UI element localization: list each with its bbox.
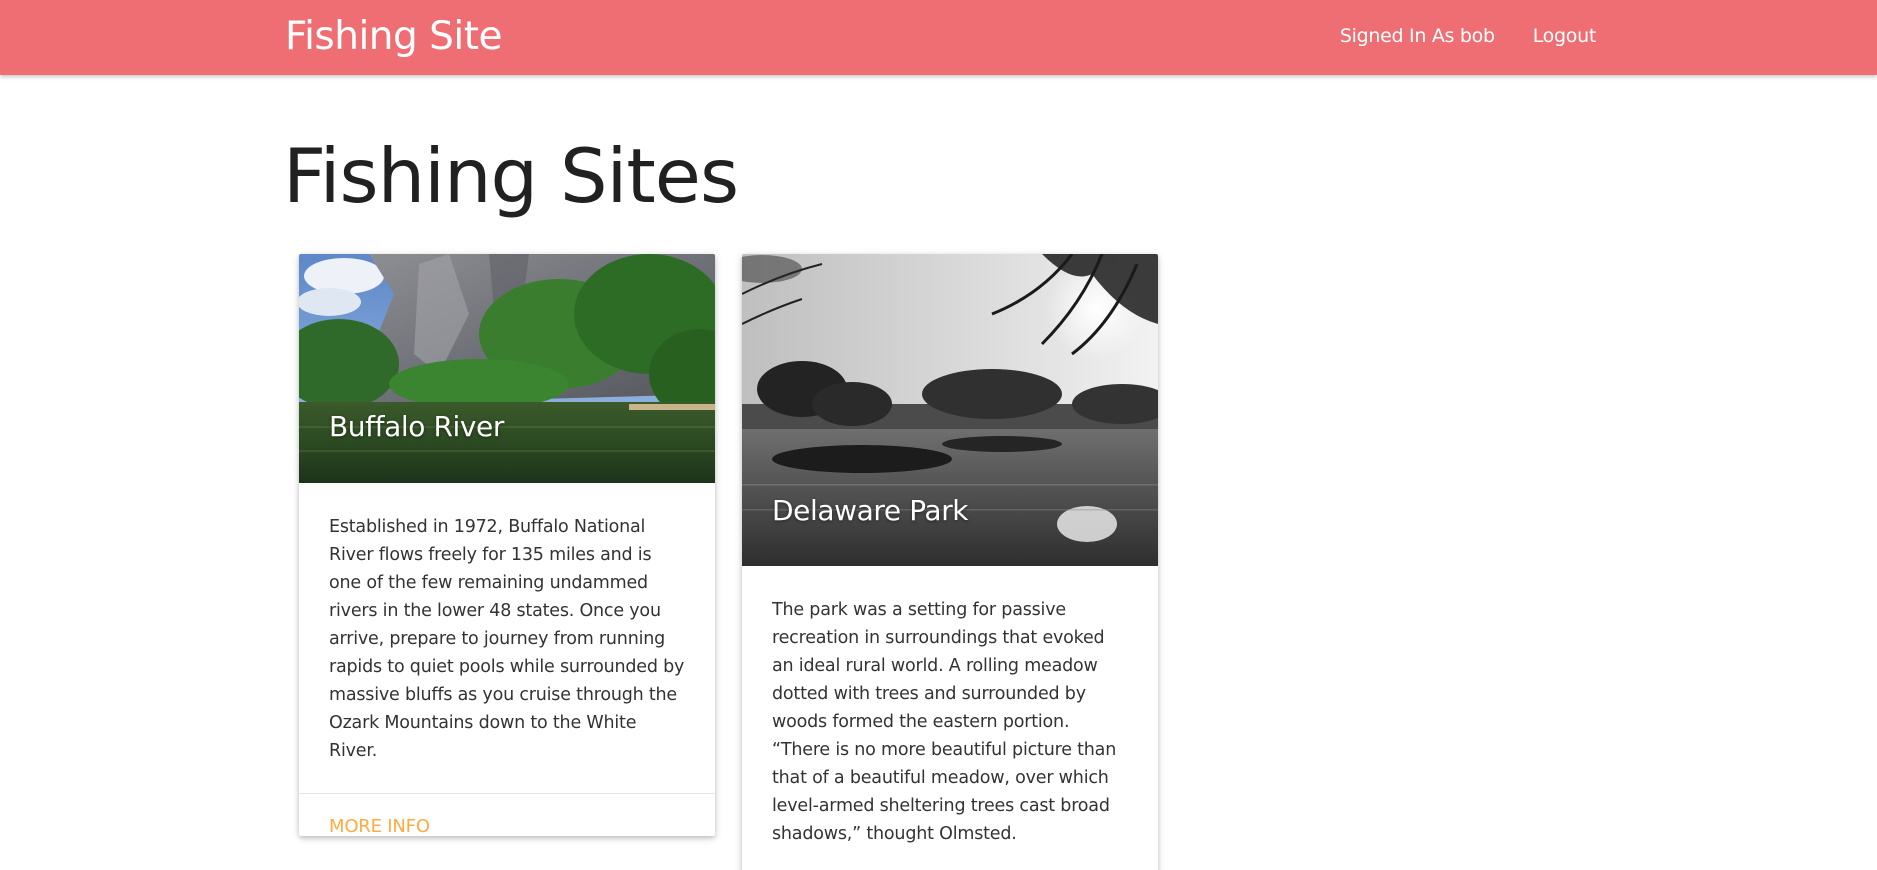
card-title: Delaware Park — [772, 494, 969, 527]
brand-logo[interactable]: Fishing Site — [285, 10, 503, 64]
card-description: Established in 1972, Buffalo National Ri… — [329, 517, 685, 761]
card-image-buffalo-river: Buffalo River — [299, 254, 715, 483]
card-title: Buffalo River — [329, 410, 504, 443]
top-navbar: Fishing Site Signed In As bob Logout — [0, 0, 1877, 75]
nav-links: Signed In As bob Logout — [1302, 0, 1596, 72]
buffalo-river-photo — [299, 254, 715, 483]
fishing-site-card: Delaware Park The park was a setting for… — [742, 254, 1158, 870]
fishing-site-card: Buffalo River Established in 1972, Buffa… — [299, 254, 715, 836]
signed-in-user-link[interactable]: Signed In As bob — [1340, 25, 1495, 47]
logout-link[interactable]: Logout — [1533, 25, 1597, 47]
card-action: MORE INFO — [299, 793, 715, 836]
card-description: The park was a setting for passive recre… — [772, 600, 1117, 844]
more-info-link[interactable]: MORE INFO — [329, 816, 430, 836]
page-title: Fishing Sites — [283, 132, 739, 220]
card-image-delaware-park: Delaware Park — [742, 254, 1158, 566]
